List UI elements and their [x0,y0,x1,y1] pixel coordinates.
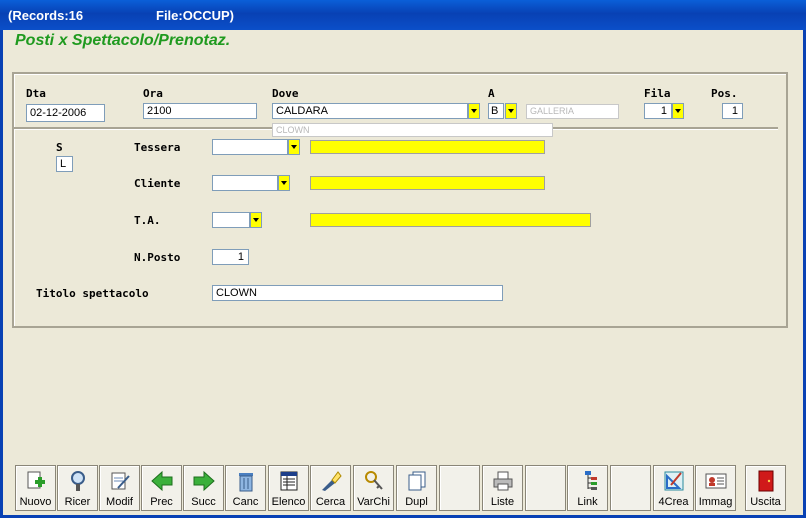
cerca-label: Cerca [315,496,346,508]
keys-icon [365,471,383,490]
a-description: GALLERIA [526,104,619,119]
pos-field[interactable]: 1 [722,103,743,119]
dove-dropdown-button[interactable] [468,103,480,119]
dupl-label: Dupl [405,496,428,508]
trash-icon [239,473,253,492]
ricer-label: Ricer [64,496,91,508]
a-label: A [488,87,495,100]
ta-description [310,213,591,227]
flashlight-icon [322,471,342,491]
link-label: Link [577,496,598,508]
title-bar: (Records:16 File:OCCUP) [0,0,806,30]
list-icon [280,471,298,491]
cliente-field[interactable] [212,175,278,191]
a-field[interactable]: B [488,103,504,119]
records-count: (Records:16 [8,8,84,23]
s-label: S [56,141,63,154]
toolbar-empty-slot-3[interactable] [610,465,651,511]
dove-label: Dove [272,87,299,100]
uscita-label: Uscita [750,496,781,508]
uscita-button[interactable]: Uscita [745,465,786,511]
edit-document-icon [111,472,130,490]
printer-icon [493,471,513,491]
elenco-label: Elenco [271,496,306,508]
dove-field[interactable]: CALDARA [272,103,468,119]
tessera-dropdown-button[interactable] [288,139,300,155]
varchi-button[interactable]: VarChi [353,465,394,511]
duplicate-icon [408,471,426,491]
prec-label: Prec [150,496,173,508]
prec-button[interactable]: Prec [141,465,182,511]
immag-button[interactable]: Immag [695,465,736,511]
ta-dropdown-button[interactable] [250,212,262,228]
toolbar-empty-slot-1[interactable] [439,465,480,511]
cliente-label: Cliente [134,177,181,190]
succ-button[interactable]: Succ [183,465,224,511]
varchi-label: VarChi [357,496,390,508]
immag-label: Immag [698,496,733,508]
id-card-icon [705,473,727,489]
crea-label: 4Crea [658,496,689,508]
toolbar-empty-slot-2[interactable] [525,465,566,511]
dta-field[interactable]: 02-12-2006 [26,104,105,122]
nposto-field[interactable]: 1 [212,249,249,265]
tessera-description [310,140,545,154]
dta-label: Dta [26,87,46,100]
nuovo-button[interactable]: Nuovo [15,465,56,511]
cliente-description [310,176,545,190]
dove-description: CLOWN [272,123,553,137]
ta-label: T.A. [134,214,161,227]
cliente-dropdown-button[interactable] [278,175,290,191]
tessera-field[interactable] [212,139,288,155]
arrow-right-icon [193,470,215,492]
tessera-label: Tessera [134,141,181,154]
ora-label: Ora [143,87,163,100]
new-document-icon [27,471,45,489]
toolbar: Nuovo Ricer Modif Prec Succ Canc Elenco … [12,464,788,512]
cerca-button[interactable]: Cerca [310,465,351,511]
exit-door-icon [758,470,774,492]
elenco-button[interactable]: Elenco [268,465,309,511]
a-dropdown-button[interactable] [505,103,517,119]
tree-icon [585,471,597,490]
form-title: Posti x Spettacolo/Prenotaz. [15,32,231,49]
titolo-field[interactable]: CLOWN [212,285,503,301]
canc-label: Canc [232,496,259,508]
ricer-button[interactable]: Ricer [57,465,98,511]
file-name: File:OCCUP) [156,8,234,23]
magnifier-icon [71,471,85,491]
pos-label: Pos. [711,87,738,100]
s-field[interactable]: L [56,156,73,172]
arrow-left-icon [151,470,173,492]
titolo-label: Titolo spettacolo [36,287,149,300]
liste-button[interactable]: Liste [482,465,523,511]
drafting-icon [664,471,684,491]
ora-field[interactable]: 2100 [143,103,257,119]
dupl-button[interactable]: Dupl [396,465,437,511]
modif-button[interactable]: Modif [99,465,140,511]
nuovo-label: Nuovo [19,496,52,508]
succ-label: Succ [191,496,216,508]
crea-button[interactable]: 4Crea [653,465,694,511]
liste-label: Liste [490,496,515,508]
ta-field[interactable] [212,212,250,228]
modif-label: Modif [106,496,133,508]
fila-field[interactable]: 1 [644,103,672,119]
fila-label: Fila [644,87,671,100]
link-button[interactable]: Link [567,465,608,511]
fila-dropdown-button[interactable] [672,103,684,119]
canc-button[interactable]: Canc [225,465,266,511]
nposto-label: N.Posto [134,251,181,264]
